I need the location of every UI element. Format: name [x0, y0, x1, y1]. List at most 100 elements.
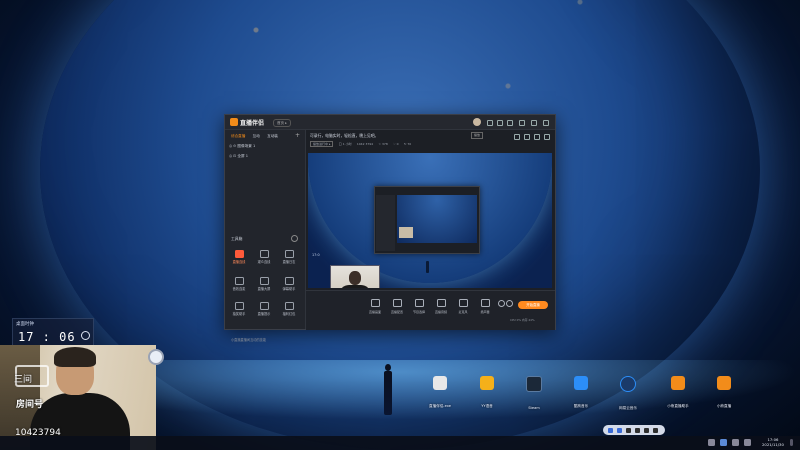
tray-app-icon[interactable]	[617, 427, 622, 433]
tool-live-tips[interactable]: 直播提示	[253, 300, 275, 318]
share-stat: ↻ 70	[403, 142, 412, 146]
settings-icon[interactable]	[507, 120, 513, 126]
control-scene[interactable]: 直播画面	[366, 299, 384, 314]
close-icon[interactable]	[543, 120, 549, 126]
desktop-icon[interactable]: 小熊直播助手	[660, 376, 696, 411]
app-logo-icon	[230, 118, 238, 126]
tray-app-icon[interactable]	[626, 427, 631, 433]
menu-icon[interactable]	[519, 120, 525, 126]
tool-sound-mic[interactable]: 音效连麦	[228, 275, 250, 293]
power-icon	[620, 376, 636, 392]
desktop-icon[interactable]: 直播伴侣.exe	[422, 376, 458, 411]
tool-red-packet[interactable]: 福利红包	[278, 300, 300, 318]
stream-stats: 播放进行中 ▸ 口 1 小时 1042 3794 ☆ 378 ♡ 0 ↻ 70	[310, 141, 415, 147]
chart-icon[interactable]	[524, 134, 530, 140]
taskbar-clock[interactable]: 17:06 2021/11/30	[762, 437, 784, 447]
settings-icon[interactable]	[506, 300, 513, 307]
camera-icon[interactable]	[148, 349, 164, 365]
tab-live[interactable]: 综合直播	[231, 134, 245, 139]
gift-icon[interactable]	[497, 120, 503, 126]
preview-panel: 可录行，电脑实时，轻松直，晚上见吧。 播放 播放进行中 ▸ 口 1 小时 104…	[306, 130, 555, 330]
desktop-icon[interactable]: Steam	[516, 376, 552, 413]
preview-clock: 17:0	[312, 253, 320, 257]
desktop-icon[interactable]: 小熊直播	[706, 376, 742, 411]
tool-live-log[interactable]: 直播日志	[278, 248, 300, 266]
streaming-app-window[interactable]: 直播伴侣 首页 ▸ 综合直播 互动 互动装 + ◎ ⊙ 图像场景 1 ◎ ⊡ 全…	[224, 114, 556, 342]
cart-icon[interactable]	[514, 134, 520, 140]
tool-icon	[234, 277, 244, 285]
system-tray-popup[interactable]	[603, 425, 665, 435]
message-icon[interactable]	[487, 120, 493, 126]
control-audio[interactable]: 直播音频	[432, 299, 450, 314]
desktop-icon[interactable]: 酷狗音乐	[563, 376, 599, 411]
tool-danmaku[interactable]: 弹幕助手	[278, 275, 300, 293]
scene-item[interactable]: ◎ ⊡ 全屏 1	[229, 154, 248, 159]
fullscreen-icon[interactable]	[534, 134, 540, 140]
scene-tabs: 综合直播 互动 互动装	[231, 133, 284, 139]
record-icon[interactable]	[498, 300, 505, 307]
kugou-icon	[574, 376, 588, 390]
like-stat: ♡ 0	[393, 142, 399, 146]
show-desktop-button[interactable]	[790, 439, 793, 446]
toolbox-title: 工具箱	[231, 236, 243, 241]
steam-icon	[526, 376, 542, 392]
share-icon[interactable]	[544, 134, 550, 140]
nested-window-preview	[374, 186, 480, 254]
tool-audience-connect[interactable]: 观众连线	[253, 248, 275, 266]
chevron-up-icon[interactable]	[708, 439, 715, 446]
volume-icon[interactable]	[732, 439, 739, 446]
add-scene-button[interactable]: +	[295, 132, 300, 139]
control-speaker[interactable]: 扬声器	[476, 299, 494, 314]
network-icon[interactable]	[720, 439, 727, 446]
desktop-icon[interactable]: 网易云音乐	[610, 376, 646, 413]
tray-app-icon[interactable]	[635, 427, 640, 433]
control-config[interactable]: 直播配置	[388, 299, 406, 314]
tool-icon	[284, 302, 294, 310]
preview-webcam[interactable]	[330, 265, 380, 288]
footer-note[interactable]: 小直播直播间互动的技能	[231, 337, 266, 342]
window-titlebar[interactable]: 直播伴侣 首页 ▸	[225, 115, 555, 130]
gear-icon[interactable]	[81, 331, 90, 340]
tray-app-icon[interactable]	[653, 427, 658, 433]
announcement-button[interactable]: 播放	[471, 132, 484, 139]
control-bar: 直播画面 直播配置 节目选择 直播音频 麦克风 扬声器 开始直播 CPU 0% …	[306, 290, 555, 330]
start-live-button[interactable]: 开始直播	[518, 301, 548, 309]
microphone-icon	[458, 299, 468, 307]
control-microphone[interactable]: 麦克风	[454, 299, 472, 314]
room-id-stat: 1042 3794	[356, 142, 374, 146]
tool-icon	[284, 277, 294, 285]
screen-icon	[370, 299, 380, 307]
tool-lottery[interactable]: 抽奖助手	[228, 300, 250, 318]
minimize-icon[interactable]	[531, 120, 537, 126]
tool-icon	[234, 302, 244, 310]
clock-time: 17 : 06	[18, 330, 76, 344]
tool-live-connect[interactable]: 直播连线	[228, 248, 250, 266]
toolbox-settings-icon[interactable]	[291, 235, 298, 242]
wallpaper-figure	[384, 364, 392, 416]
home-badge[interactable]: 首页 ▸	[273, 119, 291, 127]
scene-item[interactable]: ◎ ⊙ 图像场景 1	[229, 144, 255, 149]
clock-label: 桌面时钟	[16, 322, 34, 327]
input-method-icon[interactable]	[744, 439, 751, 446]
desktop-icon[interactable]: YY语音	[469, 376, 505, 411]
performance-status: CPU 0% 内存 44%	[510, 318, 535, 322]
tab-interact[interactable]: 互动	[253, 134, 260, 139]
tray-app-icon[interactable]	[644, 427, 649, 433]
webcam-channel-label: 房间号	[16, 400, 44, 410]
stream-preview[interactable]: 17:0	[308, 153, 552, 288]
file-icon	[433, 376, 447, 390]
live-status[interactable]: 播放进行中 ▸	[310, 141, 334, 147]
tool-icon	[234, 250, 244, 258]
control-program[interactable]: 节目选择	[410, 299, 428, 314]
tool-big-screen[interactable]: 直播大屏	[253, 275, 275, 293]
user-avatar[interactable]	[473, 118, 481, 126]
scene-panel: 综合直播 互动 互动装 + ◎ ⊙ 图像场景 1 ◎ ⊡ 全屏 1 工具箱 直播…	[225, 130, 306, 342]
preview-figure	[426, 261, 429, 273]
tab-decor[interactable]: 互动装	[267, 134, 278, 139]
bear-live-icon	[717, 376, 731, 390]
taskbar-date: 2021/11/30	[762, 442, 784, 447]
star-stat: ☆ 378	[378, 142, 388, 146]
tool-icon	[284, 250, 294, 258]
app-title: 直播伴侣	[240, 120, 265, 127]
tray-app-icon[interactable]	[608, 427, 613, 433]
